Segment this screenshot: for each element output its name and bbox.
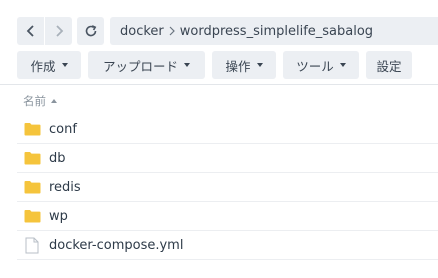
list-item-label: conf [49,121,77,137]
upload-button-label: アップロード [102,58,178,74]
file-icon [23,237,41,253]
breadcrumb-docker[interactable]: docker [120,24,164,39]
action-button-label: 操作 [225,58,251,74]
dropdown-caret-icon [184,63,190,67]
folder-icon [23,208,41,224]
forward-button[interactable] [45,17,72,45]
navigation-bar: docker wordpress_simplelife_sabalog [17,17,438,45]
list-item-wp[interactable]: wp [17,202,438,231]
divider [0,84,438,85]
sort-ascending-icon [51,99,57,103]
list-item-label: wp [49,208,68,224]
action-button[interactable]: 操作 [212,51,276,79]
path-bar[interactable]: docker wordpress_simplelife_sabalog [110,17,438,45]
refresh-icon [85,25,96,37]
chevron-right-icon [55,25,63,37]
tools-button[interactable]: ツール [283,51,359,79]
breadcrumb-current-folder[interactable]: wordpress_simplelife_sabalog [180,24,373,39]
name-column-header[interactable]: 名前 [23,92,57,110]
list-item-label: redis [49,179,81,195]
dropdown-caret-icon [339,63,346,67]
tools-button-label: ツール [296,58,334,74]
dropdown-caret-icon [61,63,68,67]
upload-button[interactable]: アップロード [88,51,205,79]
list-item-conf[interactable]: conf [17,115,438,144]
list-item-docker-compose[interactable]: docker-compose.yml [17,231,438,260]
list-item-label: db [49,150,66,166]
create-button[interactable]: 作成 [17,51,81,79]
folder-icon [23,179,41,195]
back-button[interactable] [17,17,44,45]
settings-button-label: 設定 [376,58,402,74]
file-list: conf db redis wp docker-compose.yml [17,115,438,260]
refresh-button[interactable] [77,17,104,45]
folder-icon [23,150,41,166]
list-item-db[interactable]: db [17,144,438,173]
list-item-label: docker-compose.yml [49,237,184,253]
list-item-redis[interactable]: redis [17,173,438,202]
folder-icon [23,121,41,137]
chevron-left-icon [26,25,34,37]
toolbar: 作成 アップロード 操作 ツール 設定 [17,51,438,79]
name-column-label: 名前 [23,94,46,108]
breadcrumb-separator-icon [169,26,175,36]
create-button-label: 作成 [30,58,56,74]
dropdown-caret-icon [256,63,263,67]
settings-button[interactable]: 設定 [366,51,412,79]
